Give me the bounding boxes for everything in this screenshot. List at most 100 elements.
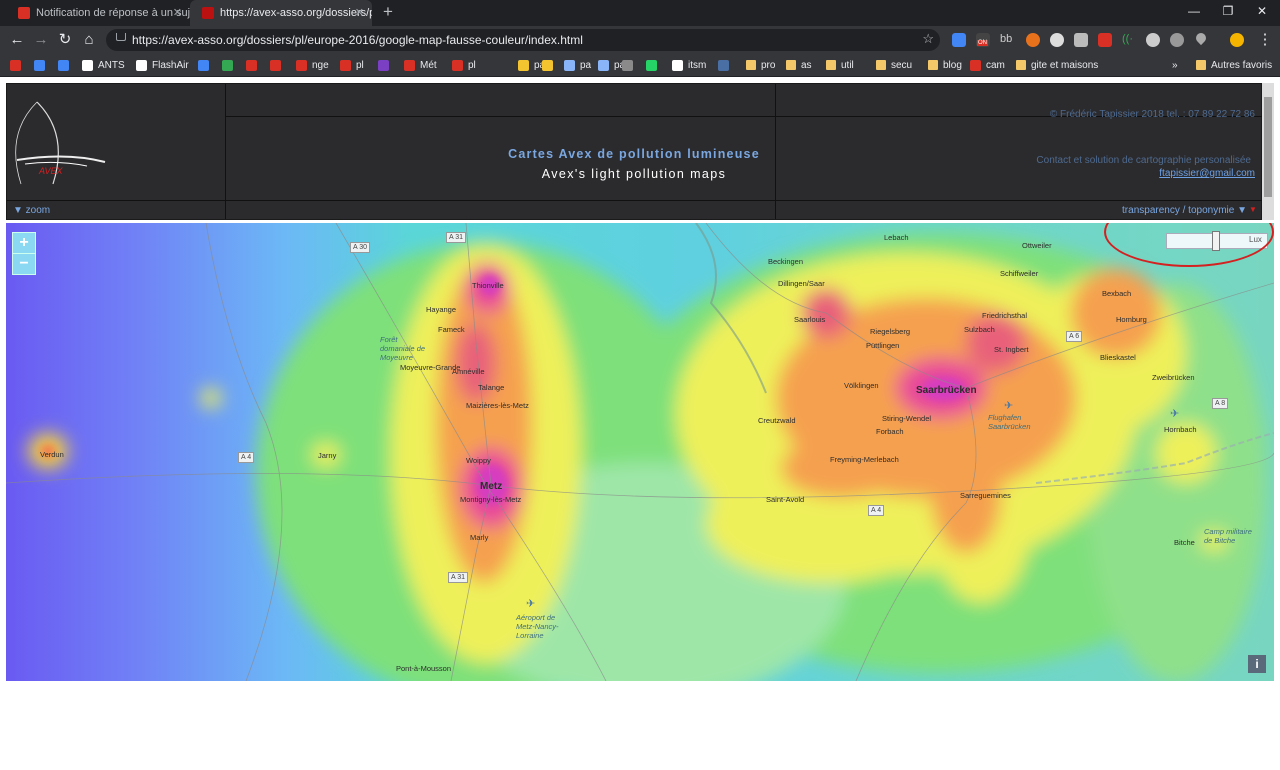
road-shield: A 4 <box>868 505 885 516</box>
page-scrollbar[interactable] <box>1262 83 1274 220</box>
bookmark-item[interactable] <box>246 58 262 72</box>
bookmark-item[interactable]: itsm <box>672 58 706 72</box>
bookmark-label: pl <box>356 59 364 71</box>
bookmark-item[interactable]: ANTS <box>82 58 125 72</box>
bookmark-item[interactable] <box>34 58 50 72</box>
other-bookmarks-label: Autres favoris <box>1211 59 1273 71</box>
road-shield: A 4 <box>238 452 255 463</box>
other-bookmarks[interactable]: Autres favoris <box>1196 58 1272 72</box>
ants-icon <box>82 59 93 71</box>
town-label: Hornbach <box>1164 425 1197 434</box>
collapse-arrow-icon[interactable]: ▼ <box>1249 205 1257 214</box>
avex-icon <box>404 59 415 71</box>
bookmark-item[interactable] <box>270 58 286 72</box>
bookmark-item[interactable] <box>222 58 238 72</box>
gmail-icon <box>18 7 30 19</box>
home-button[interactable]: ⌂ <box>80 31 98 49</box>
bookmark-item[interactable]: nge <box>296 58 329 72</box>
satellite-icon <box>564 59 575 71</box>
bookmark-item[interactable]: FlashAir <box>136 58 189 72</box>
bookmark-item[interactable] <box>718 58 734 72</box>
bookmark-item[interactable]: util <box>826 58 854 72</box>
town-label: Metz <box>480 481 503 492</box>
new-tab-button[interactable]: + <box>380 3 396 20</box>
tab-notification[interactable]: Notification de réponse à un suje ✕ <box>6 0 190 26</box>
bookmark-item[interactable] <box>378 58 394 72</box>
menu-icon[interactable]: ⋮ <box>1256 31 1274 49</box>
location-extension-icon[interactable] <box>1193 30 1209 46</box>
translate-extension-icon[interactable] <box>952 33 966 47</box>
signal-extension-icon[interactable]: ((· <box>1122 33 1136 47</box>
bookmark-item[interactable] <box>198 58 214 72</box>
bookmark-item[interactable]: pro <box>746 58 775 72</box>
bookmark-label: ANTS <box>98 59 125 71</box>
town-label: Homburg <box>1116 315 1147 324</box>
page-icon <box>672 59 683 71</box>
gmail-extension-icon[interactable] <box>1098 33 1112 47</box>
zoom-out-button[interactable]: − <box>12 253 36 275</box>
transparency-toggle[interactable]: transparency / toponymie ▼ <box>1122 205 1247 216</box>
profile-avatar-icon[interactable] <box>1230 33 1244 47</box>
light-pollution-map[interactable]: + − Lux Thionville Hayange Fameck Forêt dom… <box>6 223 1274 681</box>
town-label: Jarny <box>318 451 337 460</box>
tab-avex[interactable]: https://avex-asso.org/dossiers/pl ✕ <box>190 0 372 26</box>
close-icon[interactable]: ✕ <box>173 6 182 19</box>
town-label: Sarreguemines <box>960 491 1011 500</box>
bookmark-star-icon[interactable]: ☆ <box>922 31 934 47</box>
bookmark-label: itsm <box>688 59 707 71</box>
avex-logo: AVEX <box>15 101 106 185</box>
town-label: Völklingen <box>844 381 879 390</box>
scrollbar-thumb[interactable] <box>1264 97 1272 197</box>
speech-extension-icon[interactable] <box>1146 33 1160 47</box>
bookmark-item[interactable]: blog <box>928 58 962 72</box>
town-label: Sulzbach <box>964 325 995 334</box>
avex-icon <box>452 59 463 71</box>
bookmark-item[interactable] <box>542 58 558 72</box>
bookmark-item[interactable] <box>58 58 74 72</box>
town-label: Beckingen <box>768 257 804 266</box>
doc4-icon <box>58 59 69 71</box>
email-link[interactable]: ftapissier@gmail.com <box>1159 168 1255 179</box>
zoom-toggle[interactable]: ▼ zoom <box>13 205 50 216</box>
bookmarks-overflow-button[interactable]: » <box>1172 58 1178 72</box>
url-text[interactable]: https://avex-asso.org/dossiers/pl/europe… <box>132 33 583 47</box>
forward-button[interactable]: → <box>32 31 50 49</box>
bookmark-item[interactable]: gite et maisons <box>1016 58 1098 72</box>
robot-extension-icon[interactable] <box>1074 33 1088 47</box>
address-bar[interactable]: https://avex-asso.org/dossiers/pl/europe… <box>106 29 940 51</box>
town-label: Stiring-Wendel <box>882 414 932 423</box>
folder-icon <box>1016 60 1026 70</box>
bookmark-item[interactable]: cam <box>970 58 1005 72</box>
bookmark-item[interactable]: pa <box>564 58 591 72</box>
chat-extension-icon[interactable] <box>1050 33 1064 47</box>
zoom-in-button[interactable]: + <box>12 232 36 254</box>
close-icon[interactable]: ✕ <box>355 6 364 19</box>
bookmark-item[interactable] <box>10 58 26 72</box>
bookmark-label: pro <box>761 59 776 71</box>
bookmark-label: Mét <box>420 59 437 71</box>
town-label: Forbach <box>876 427 904 436</box>
reload-button[interactable]: ↻ <box>56 31 74 49</box>
bookmark-item[interactable]: as <box>786 58 812 72</box>
folder-icon <box>1196 60 1206 70</box>
bookmark-label: blog <box>943 59 962 71</box>
folder-icon <box>928 60 938 70</box>
minimize-button[interactable]: — <box>1184 4 1204 18</box>
back-button[interactable]: ← <box>8 31 26 49</box>
orange-extension-icon[interactable] <box>1026 33 1040 47</box>
bookmark-item[interactable] <box>622 58 638 72</box>
bookmark-item[interactable]: pl <box>452 58 476 72</box>
restore-button[interactable]: ❐ <box>1218 4 1238 18</box>
camera-extension-icon[interactable] <box>1170 33 1184 47</box>
tab-label: Notification de réponse à un suje <box>36 7 190 19</box>
close-window-button[interactable]: ✕ <box>1252 4 1272 18</box>
bb-extension-icon[interactable]: bb <box>1000 33 1012 45</box>
town-label: Schiffweiler <box>1000 269 1039 278</box>
bookmark-item[interactable]: secu <box>876 58 912 72</box>
bookmark-item[interactable]: Mét <box>404 58 437 72</box>
on-extension-icon[interactable]: ON <box>976 33 990 47</box>
folder-icon <box>826 60 836 70</box>
bookmark-item[interactable]: pl <box>340 58 364 72</box>
info-button[interactable]: i <box>1248 655 1266 673</box>
bookmark-item[interactable] <box>646 58 662 72</box>
